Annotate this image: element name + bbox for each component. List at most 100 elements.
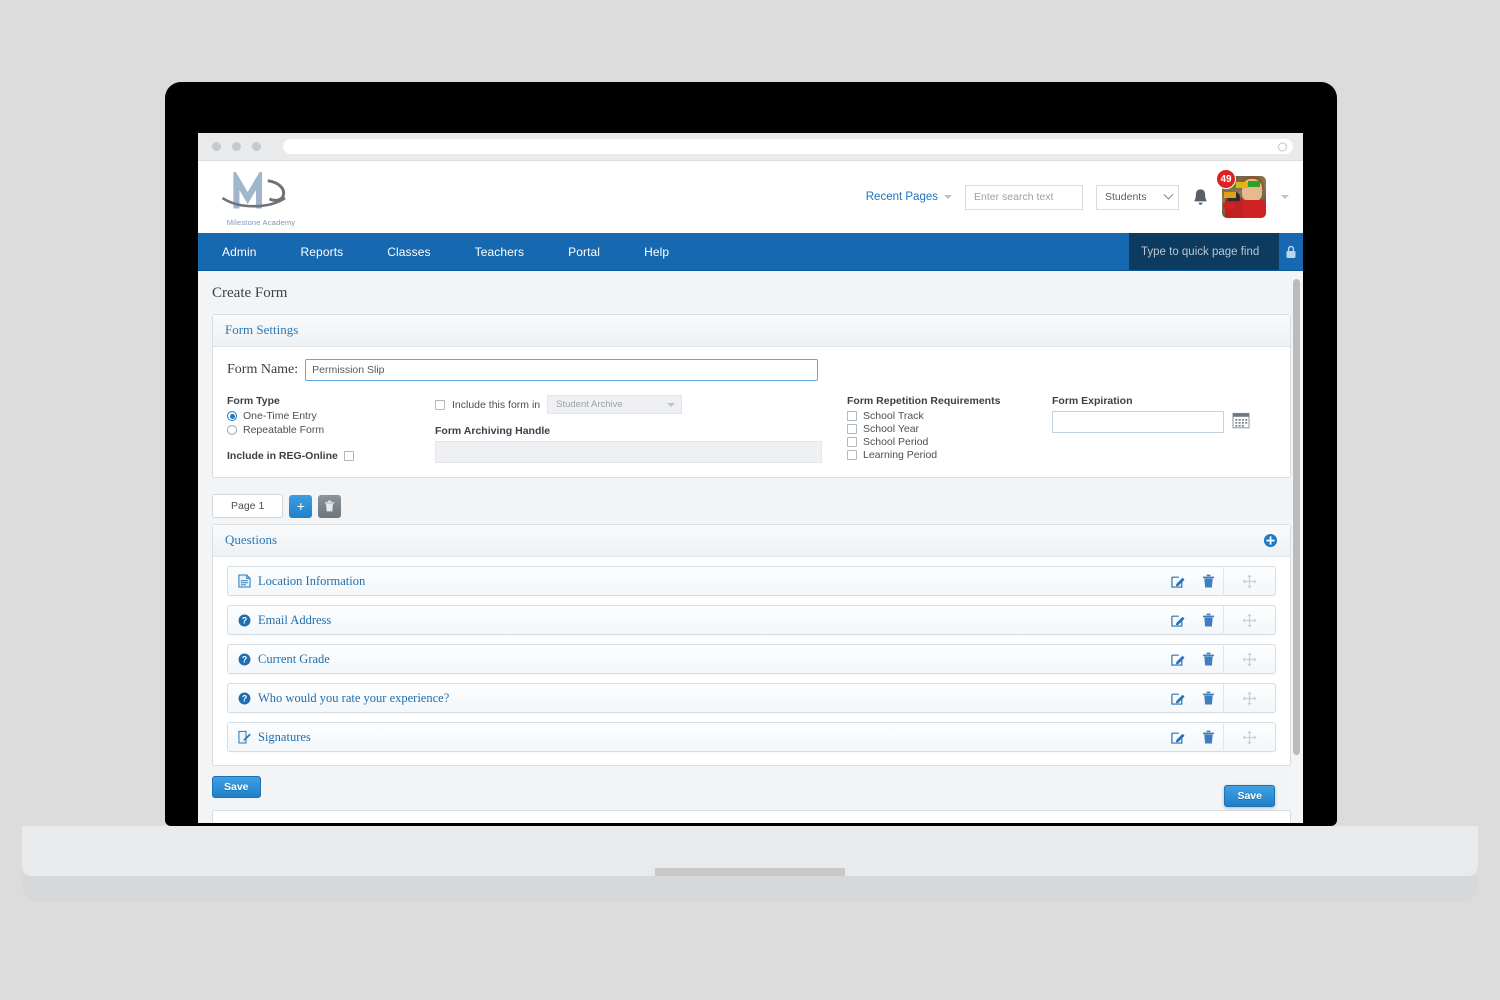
trash-icon [325,500,335,512]
floating-save-button[interactable]: Save [1224,785,1275,807]
checkbox-school-year[interactable]: School Year [847,423,1052,435]
trash-icon [1202,691,1214,705]
edit-question-button[interactable] [1163,730,1193,744]
page-tab-label: Page 1 [231,500,265,512]
checkbox-icon [847,450,857,460]
svg-text:?: ? [242,654,247,664]
archive-select-value: Student Archive [556,399,623,410]
address-bar[interactable] [283,139,1293,154]
window-controls[interactable] [212,142,261,151]
question-label-wrap: Location Information [228,574,1163,589]
checkbox-school-track[interactable]: School Track [847,410,1052,422]
header-right: Recent Pages Students [866,169,1295,218]
edit-question-button[interactable] [1163,613,1193,627]
form-settings-header: Form Settings [213,315,1290,347]
form-settings-body: Form Name: Permission Slip Form Type One… [213,347,1290,477]
checkbox-icon[interactable] [343,451,354,461]
milestone-academy-logo-icon [222,167,287,209]
question-row[interactable]: ? Current Grade [227,644,1276,674]
questions-title: Questions [225,532,277,547]
drag-question-handle[interactable] [1223,722,1275,752]
edit-question-button[interactable] [1163,652,1193,666]
move-arrows-icon [1242,730,1257,744]
delete-question-button[interactable] [1193,691,1223,705]
page-tab-1[interactable]: Page 1 [212,494,284,518]
next-panel-partial [212,810,1291,823]
expiration-label: Form Expiration [1052,395,1133,407]
nav-label: Portal [568,244,601,259]
svg-text:?: ? [242,615,247,625]
include-form-in-row: Include this form in Student Archive [435,395,847,414]
delete-question-button[interactable] [1193,652,1223,666]
archiving-handle-input[interactable] [435,441,822,463]
question-circle-icon: ? [238,692,251,704]
edit-question-button[interactable] [1163,574,1193,588]
question-row[interactable]: ? Email Address [227,605,1276,635]
delete-question-button[interactable] [1193,574,1223,588]
archiving-handle-label: Form Archiving Handle [435,425,551,437]
delete-question-button[interactable] [1193,730,1223,744]
nav-item-admin[interactable]: Admin [198,233,279,270]
drag-question-handle[interactable] [1223,605,1275,635]
checkbox-school-period[interactable]: School Period [847,436,1052,448]
edit-icon [1171,576,1185,588]
checkbox-icon[interactable] [435,399,445,410]
scene: Milestone Academy Recent Pages Enter sea… [0,0,1500,1000]
nav-item-reports[interactable]: Reports [279,233,366,270]
nav-item-help[interactable]: Help [622,233,691,270]
radio-repeatable-form[interactable]: Repeatable Form [227,424,435,436]
quick-page-find[interactable]: Type to quick page find [1129,233,1279,270]
expiration-input[interactable] [1052,411,1224,433]
scrollbar-thumb[interactable] [1293,279,1300,755]
edit-icon [1171,732,1185,744]
plus-icon: + [296,498,305,514]
edit-icon [1171,654,1185,666]
drag-question-handle[interactable] [1223,683,1275,713]
svg-text:?: ? [242,693,247,703]
delete-question-button[interactable] [1193,613,1223,627]
archive-select[interactable]: Student Archive [547,395,683,414]
close-button[interactable] [212,142,221,151]
delete-page-button[interactable] [318,494,342,518]
add-page-button[interactable]: + [289,494,313,518]
add-question-button[interactable] [1263,533,1278,548]
avatar[interactable]: 49 [1216,169,1266,218]
include-reg-online-label: Include in REG-Online [227,450,338,462]
nav-item-classes[interactable]: Classes [365,233,452,270]
search-box[interactable] [965,184,1123,210]
radio-one-time-entry[interactable]: One-Time Entry [227,410,435,422]
edit-question-button[interactable] [1163,691,1193,705]
drag-question-handle[interactable] [1223,566,1275,596]
search-input[interactable] [972,190,1111,204]
account-chevron-down-icon[interactable] [1281,195,1289,199]
notification-badge[interactable]: 49 [1216,169,1236,189]
search-scope-value: Students [1105,191,1147,203]
form-name-input[interactable]: Permission Slip [305,359,819,381]
save-button[interactable]: Save [212,776,261,798]
question-actions [1163,722,1275,752]
form-name-value: Permission Slip [312,364,385,376]
minimize-button[interactable] [232,142,241,151]
bell-icon[interactable] [1192,187,1209,207]
checkbox-learning-period[interactable]: Learning Period [847,449,1052,461]
include-reg-online-row[interactable]: Include in REG-Online [227,450,435,462]
search-scope-select[interactable]: Students [1096,184,1179,210]
question-row[interactable]: Location Information [227,566,1276,596]
nav-item-teachers[interactable]: Teachers [453,233,547,270]
questions-header: Questions [213,525,1290,557]
nav-label: Admin [222,244,257,259]
drag-question-handle[interactable] [1223,644,1275,674]
question-row[interactable]: Signatures [227,722,1276,752]
page-scrollbar[interactable] [1292,273,1301,821]
nav-label: Classes [387,244,431,259]
move-arrows-icon [1242,574,1257,588]
site-logo[interactable]: Milestone Academy [216,167,306,227]
calendar-icon[interactable] [1232,411,1250,429]
maximize-button[interactable] [252,142,261,151]
lock-button[interactable] [1279,233,1303,270]
nav-item-portal[interactable]: Portal [546,233,622,270]
recent-pages-menu[interactable]: Recent Pages [866,191,952,203]
question-label: Signatures [258,729,311,744]
question-row[interactable]: ? Who would you rate your experience? [227,683,1276,713]
reload-icon[interactable] [1278,142,1287,151]
